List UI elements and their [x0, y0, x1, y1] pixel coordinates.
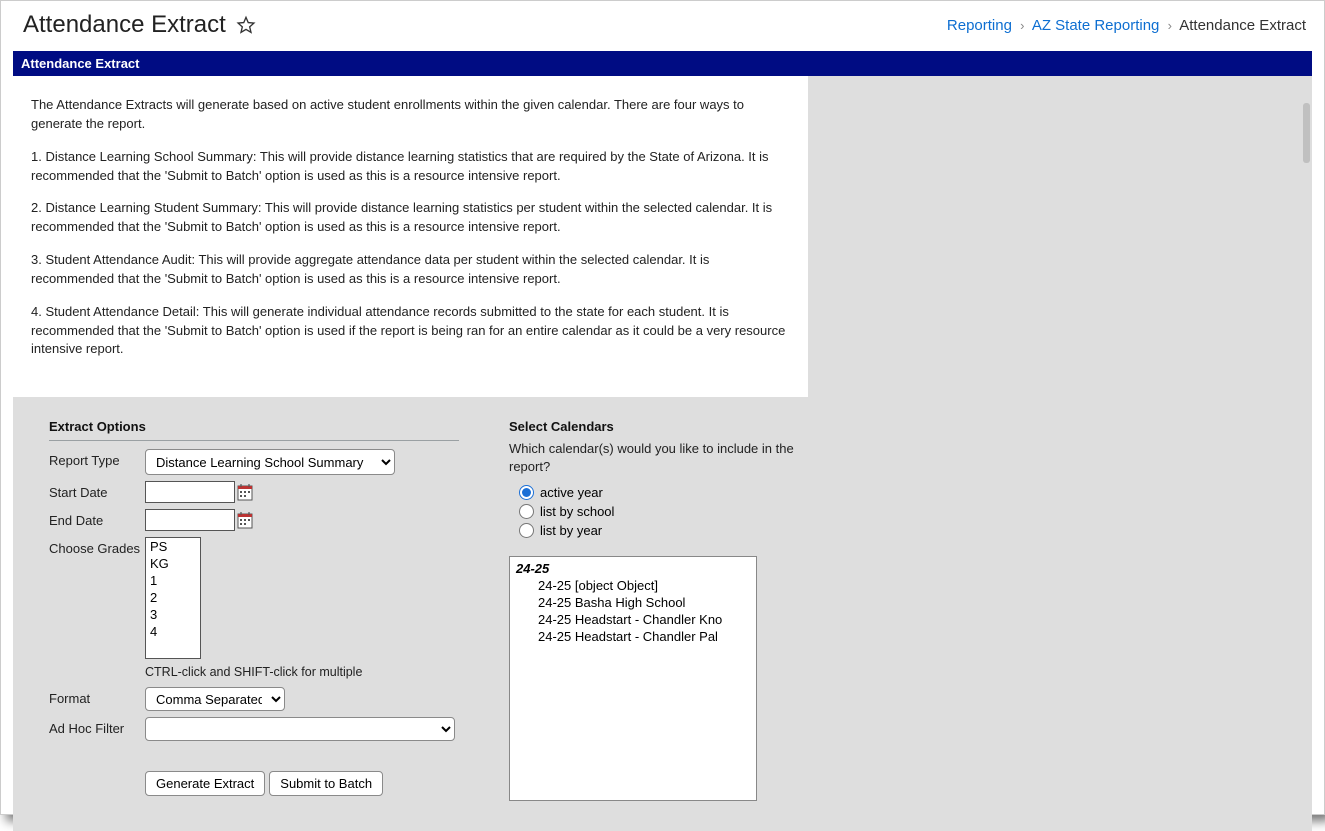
radio-active-year[interactable] [519, 485, 534, 500]
calendar-icon[interactable] [237, 511, 253, 529]
choose-grades-label: Choose Grades [49, 537, 145, 556]
tree-item[interactable]: 24-25 Headstart - Chandler Pal [516, 629, 750, 644]
radio-list-by-year-label[interactable]: list by year [540, 523, 602, 538]
description-item-4: 4. Student Attendance Detail: This will … [31, 303, 790, 360]
start-date-input[interactable] [145, 481, 235, 503]
tree-item[interactable]: 24-25 Basha High School [516, 595, 750, 610]
report-type-label: Report Type [49, 449, 145, 468]
breadcrumb-reporting[interactable]: Reporting [947, 17, 1012, 34]
grades-listbox[interactable]: PS KG 1 2 3 4 [145, 537, 201, 659]
adhoc-filter-label: Ad Hoc Filter [49, 717, 145, 736]
grade-option[interactable]: KG [146, 555, 200, 572]
section-divider [49, 440, 459, 441]
breadcrumb-current: Attendance Extract [1179, 17, 1306, 34]
tree-item[interactable]: 24-25 [object Object] [516, 578, 750, 593]
grade-option[interactable]: 3 [146, 606, 200, 623]
extract-options-title: Extract Options [49, 419, 459, 434]
submit-to-batch-button[interactable]: Submit to Batch [269, 771, 383, 796]
grade-option[interactable]: PS [146, 538, 200, 555]
description-panel: The Attendance Extracts will generate ba… [13, 76, 808, 397]
description-intro: The Attendance Extracts will generate ba… [31, 96, 790, 134]
calendar-tree[interactable]: 24-25 24-25 [object Object] 24-25 Basha … [509, 556, 757, 801]
panel-title: Attendance Extract [13, 51, 1312, 76]
description-item-1: 1. Distance Learning School Summary: Thi… [31, 148, 790, 186]
chevron-right-icon: › [1016, 18, 1028, 33]
radio-list-by-year[interactable] [519, 523, 534, 538]
tree-root[interactable]: 24-25 [516, 561, 750, 576]
breadcrumb-az-state-reporting[interactable]: AZ State Reporting [1032, 17, 1160, 34]
format-select[interactable]: Comma Separated [145, 687, 285, 711]
format-label: Format [49, 687, 145, 706]
radio-active-year-label[interactable]: active year [540, 485, 603, 500]
scrollbar-thumb[interactable] [1303, 103, 1310, 163]
adhoc-filter-select[interactable] [145, 717, 455, 741]
calendar-icon[interactable] [237, 483, 253, 501]
favorite-star-icon[interactable] [236, 15, 256, 35]
radio-list-by-school[interactable] [519, 504, 534, 519]
grade-option[interactable]: 2 [146, 589, 200, 606]
tree-item[interactable]: 24-25 Headstart - Chandler Kno [516, 612, 750, 627]
description-item-2: 2. Distance Learning Student Summary: Th… [31, 199, 790, 237]
end-date-label: End Date [49, 509, 145, 528]
page-title: Attendance Extract [23, 11, 226, 39]
grade-option[interactable]: 4 [146, 623, 200, 640]
radio-list-by-school-label[interactable]: list by school [540, 504, 614, 519]
grades-hint: CTRL-click and SHIFT-click for multiple [145, 665, 459, 679]
chevron-right-icon: › [1164, 18, 1176, 33]
report-type-select[interactable]: Distance Learning School Summary [145, 449, 395, 475]
end-date-input[interactable] [145, 509, 235, 531]
select-calendars-title: Select Calendars [509, 419, 819, 434]
calendars-question: Which calendar(s) would you like to incl… [509, 440, 819, 475]
generate-extract-button[interactable]: Generate Extract [145, 771, 265, 796]
description-item-3: 3. Student Attendance Audit: This will p… [31, 251, 790, 289]
start-date-label: Start Date [49, 481, 145, 500]
grade-option[interactable]: 1 [146, 572, 200, 589]
breadcrumb: Reporting › AZ State Reporting › Attenda… [947, 17, 1306, 34]
